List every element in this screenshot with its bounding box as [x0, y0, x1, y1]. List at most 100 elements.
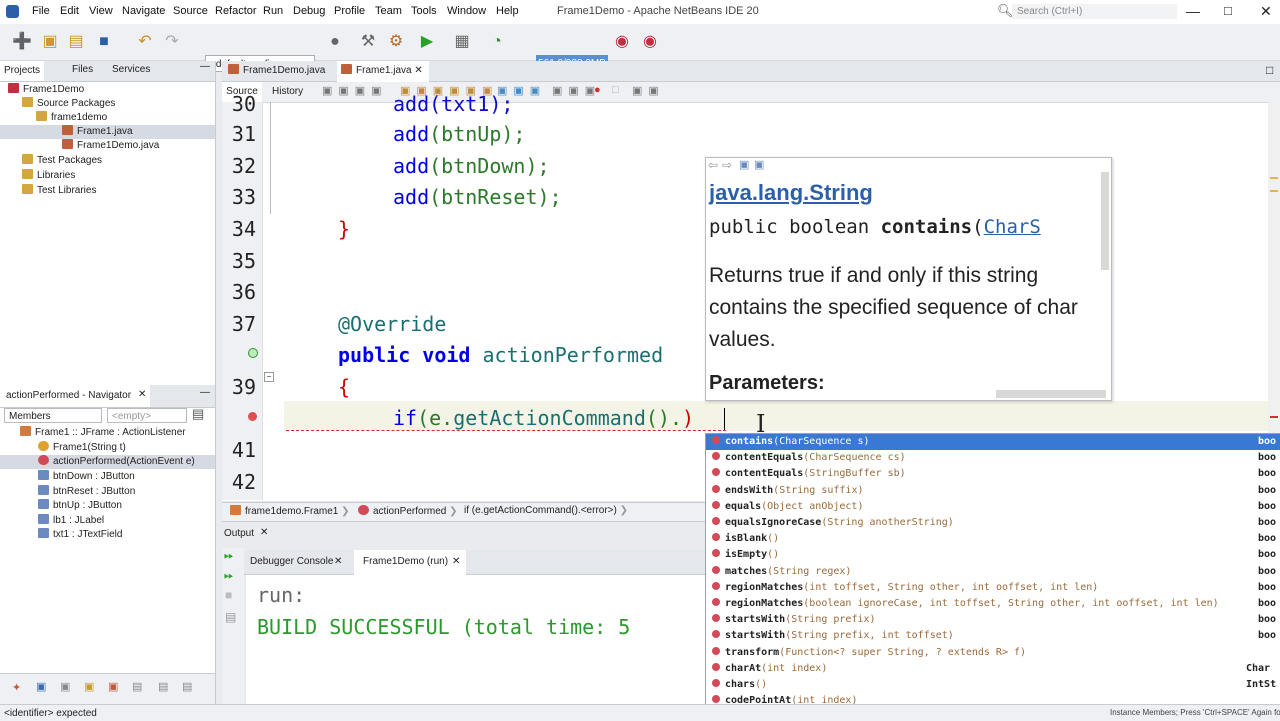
tree-item-test-libraries[interactable]: Test Libraries	[22, 184, 96, 198]
fold-icon[interactable]: −	[264, 372, 274, 382]
tab-projects[interactable]: Projects	[0, 61, 44, 81]
close-icon[interactable]: ✕	[334, 556, 342, 567]
tree-item-libraries[interactable]: Libraries	[22, 169, 75, 183]
comment-tool-icons[interactable]: ▣▣	[632, 84, 665, 97]
code-line[interactable]: if(e.getActionCommand().)	[393, 406, 694, 430]
completion-item[interactable]: equals(Object anObject) boo	[706, 499, 1280, 515]
run-icon[interactable]: ▶	[417, 32, 437, 52]
minimize-panel-icon[interactable]: —	[200, 61, 210, 72]
nav-item-field[interactable]: btnDown : JButton	[38, 470, 135, 484]
javadoc-hscrollbar[interactable]	[996, 390, 1106, 398]
maximize-button[interactable]: □	[1224, 3, 1232, 18]
code-line[interactable]: {	[338, 375, 350, 399]
menu-source[interactable]: Source	[173, 5, 208, 17]
navigator-title[interactable]: actionPerformed - Navigator	[0, 385, 150, 407]
empty-filter-select[interactable]: <empty>	[107, 408, 187, 423]
filter-icon[interactable]: ▣	[60, 680, 70, 693]
breadcrumb-item[interactable]: actionPerformed ❯	[358, 505, 458, 517]
javadoc-class-link[interactable]: java.lang.String	[709, 180, 873, 206]
nav-item-action-performed[interactable]: actionPerformed(ActionEvent e)	[0, 455, 215, 469]
output-title[interactable]: Output	[224, 528, 254, 539]
nav-item-field[interactable]: txt1 : JTextField	[38, 528, 122, 542]
completion-item[interactable]: isBlank() boo	[706, 531, 1280, 547]
target-icon[interactable]: ●	[325, 32, 345, 52]
editor-tool-icons[interactable]: ▣▣▣▣	[322, 84, 388, 97]
error-marker-icon[interactable]	[248, 412, 257, 421]
completion-item[interactable]: regionMatches(boolean ignoreCase, int to…	[706, 596, 1280, 612]
filter-icon[interactable]: ▤	[132, 680, 142, 693]
signature-param-link[interactable]: CharS	[984, 216, 1041, 238]
filter-icon[interactable]: ▣	[108, 680, 118, 693]
tab-debugger-console[interactable]: Debugger Console	[250, 556, 333, 567]
menu-navigate[interactable]: Navigate	[122, 5, 165, 17]
code-line[interactable]: add(btnReset);	[393, 185, 562, 209]
completion-item[interactable]: endsWith(String suffix) boo	[706, 483, 1280, 499]
nav-item-field[interactable]: lb1 : JLabel	[38, 514, 104, 528]
close-icon[interactable]: ✕	[452, 556, 460, 567]
code-line[interactable]: add(txt1);	[393, 92, 513, 114]
build-icon[interactable]: ⚒	[358, 32, 378, 52]
menu-refactor[interactable]: Refactor	[215, 5, 257, 17]
tab-list-icon[interactable]: □	[1266, 63, 1273, 77]
code-line[interactable]: public void actionPerformed	[338, 343, 706, 367]
filter-icon[interactable]: ▤	[158, 680, 168, 693]
close-button[interactable]: ✕	[1260, 3, 1272, 20]
code-line[interactable]: @Override	[338, 312, 446, 336]
javadoc-scrollbar[interactable]	[1101, 172, 1109, 270]
go-to-source-icon[interactable]: ▣	[754, 158, 764, 171]
open-project-icon[interactable]: ▤	[66, 32, 86, 52]
stop-macro-icon[interactable]: □	[612, 84, 619, 96]
javadoc-popup[interactable]: ⇦ ⇨ ▣ ▣ java.lang.String public boolean …	[705, 157, 1112, 401]
menu-run[interactable]: Run	[263, 5, 283, 17]
completion-item[interactable]: contentEquals(StringBuffer sb) boo	[706, 466, 1280, 482]
redo-icon[interactable]: ↷	[162, 32, 182, 52]
open-browser-icon[interactable]: ▣	[739, 158, 749, 171]
tree-item-frame1-java[interactable]: Frame1.java	[0, 125, 215, 139]
gc-icon[interactable]: ◉	[612, 32, 632, 52]
nav-item-class[interactable]: Frame1 :: JFrame : ActionListener	[20, 426, 186, 440]
rerun-icon[interactable]: ⏩︎	[224, 548, 234, 563]
close-icon[interactable]: ✕	[414, 65, 422, 76]
completion-item[interactable]: chars() IntSt	[706, 677, 1280, 693]
menu-file[interactable]: File	[32, 5, 50, 17]
debug-icon[interactable]: ▦	[452, 32, 472, 52]
override-marker-icon[interactable]	[248, 348, 258, 358]
stop-icon[interactable]: ■	[225, 588, 232, 602]
tree-item-project[interactable]: Frame1Demo	[8, 83, 84, 97]
tree-item-frame1demo-java[interactable]: Frame1Demo.java	[62, 139, 159, 153]
filter-icon[interactable]: ▤	[182, 680, 192, 693]
menu-profile[interactable]: Profile	[334, 5, 365, 17]
save-all-icon[interactable]: ■	[94, 32, 114, 52]
completion-item[interactable]: startsWith(String prefix, int toffset) bo…	[706, 628, 1280, 644]
tree-item-package[interactable]: frame1demo	[36, 111, 107, 125]
tab-frame1demo-java[interactable]: Frame1Demo.java ✕	[224, 61, 334, 96]
tab-frame1-java[interactable]: Frame1.java ✕	[337, 61, 429, 82]
tree-item-test-packages[interactable]: Test Packages	[22, 154, 102, 168]
completion-item[interactable]: regionMatches(int toffset, String other,…	[706, 580, 1280, 596]
new-project-icon[interactable]: ▣	[40, 32, 60, 52]
code-line[interactable]: add(btnDown);	[393, 154, 550, 178]
profile-icon[interactable]: ◔	[487, 32, 507, 52]
new-file-icon[interactable]: ➕	[12, 32, 32, 52]
minimize-button[interactable]: —	[1186, 3, 1200, 19]
undo-icon[interactable]: ↶	[135, 32, 155, 52]
code-line[interactable]: add(btnUp);	[393, 122, 525, 146]
menu-help[interactable]: Help	[496, 5, 519, 17]
close-icon[interactable]: ✕	[260, 527, 268, 538]
tab-files[interactable]: Files	[72, 64, 93, 75]
completion-item[interactable]: contains(CharSequence s) boo	[706, 434, 1280, 450]
rerun-params-icon[interactable]: ⏩︎	[224, 568, 234, 583]
nav-item-constructor[interactable]: Frame1(String t)	[38, 441, 126, 455]
menu-edit[interactable]: Edit	[60, 5, 79, 17]
menu-window[interactable]: Window	[447, 5, 486, 17]
back-icon[interactable]: ⇦	[708, 158, 718, 172]
output-tool-icon[interactable]: ▤	[225, 610, 236, 624]
completion-item[interactable]: transform(Function<? super String, ? ext…	[706, 645, 1280, 661]
breadcrumb-item[interactable]: frame1demo.Frame1 ❯	[230, 505, 350, 517]
filter-icon[interactable]: ✦	[12, 681, 21, 694]
record-macro-icon[interactable]: ●	[594, 84, 601, 96]
nav-item-field[interactable]: btnUp : JButton	[38, 499, 122, 513]
close-icon[interactable]: ✕	[138, 389, 146, 400]
completion-item[interactable]: charAt(int index) Char	[706, 661, 1280, 677]
menu-view[interactable]: View	[89, 5, 113, 17]
